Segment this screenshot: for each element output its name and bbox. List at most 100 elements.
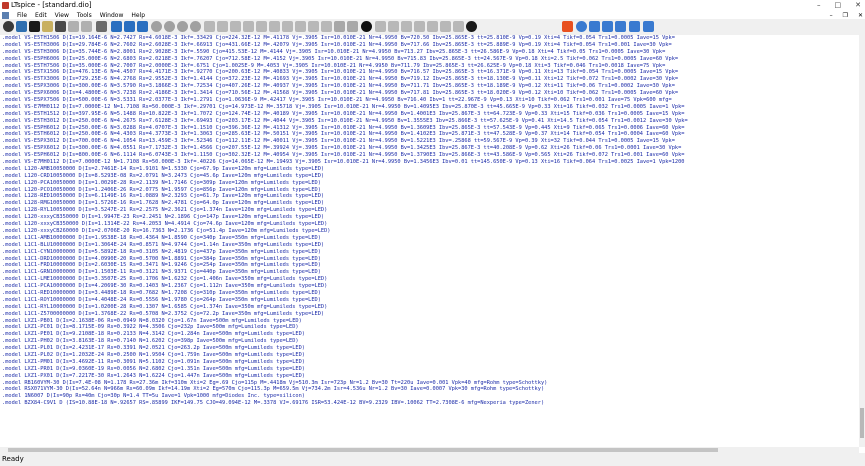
model-line[interactable]: .model LXZ1-PB01 D(Is=2.1638E-06 Rs=0.09… (0, 318, 859, 325)
draw-line-icon[interactable] (427, 21, 438, 32)
horizontal-scroll-thumb[interactable] (8, 448, 718, 452)
new-schematic-icon[interactable] (29, 21, 40, 32)
model-line[interactable]: .model VS-E5TH3012 D(Is=250.00E-6 N=4.26… (0, 118, 859, 125)
zoom-out-icon[interactable] (177, 21, 188, 32)
model-line[interactable]: .model VS-E7MH0112 D(Is=7.0000E-12 N=1.7… (0, 104, 859, 111)
open-icon[interactable] (42, 21, 53, 32)
vertical-scroll-thumb[interactable] (860, 408, 864, 438)
model-line[interactable]: .model L1C1-Z5700000000 D(Is=1.3768E-22 … (0, 311, 859, 318)
app-logo-icon[interactable] (562, 21, 573, 32)
mirror-icon[interactable] (388, 21, 399, 32)
move-icon[interactable] (308, 21, 319, 32)
close-icon[interactable]: ✕ (855, 0, 861, 11)
model-line[interactable]: .model LXZ1-PX01 D(Is=7.2217E-30 Rs=1.26… (0, 373, 859, 380)
model-line[interactable]: .model LXZ1-PR01 D(Is=9.0360E-19 Rs=0.00… (0, 366, 859, 373)
tile-horizontal-icon[interactable] (111, 21, 122, 32)
model-line[interactable]: .model L1C1-CYN10000000 D(Is=5.5892E-18 … (0, 249, 859, 256)
model-line[interactable]: .model LXZ1-PL02 D(Is=1.2032E-24 Rs=0.25… (0, 352, 859, 359)
model-line[interactable]: .model VS-E5PH6012 D(Is=800.00E-6 N=6.11… (0, 152, 859, 159)
draw-arc-icon[interactable] (453, 21, 464, 32)
model-line[interactable]: .model L120-xxxyCB350000 D(Is=1.1314E-22… (0, 221, 859, 228)
model-line[interactable]: .model LXZ1-PC01 D(Is=8.1715E-09 Rs=0.39… (0, 324, 859, 331)
model-line[interactable]: .model L1C1-PCA10000000 D(Is=4.2069E-30 … (0, 283, 859, 290)
model-line[interactable]: .model VS-E5PX7506 D(Is=500.00E-6 N=3.53… (0, 97, 859, 104)
zoom-fit-icon[interactable] (190, 21, 201, 32)
model-line[interactable]: .model L128-RED10050000 D(Is=6.1149E-16 … (0, 193, 859, 200)
stop-icon[interactable] (68, 21, 79, 32)
drag-icon[interactable] (321, 21, 332, 32)
model-line[interactable]: .model VS-E5TH7506 D(Is=35.000E-6 N=2.70… (0, 63, 859, 70)
network-icon[interactable] (589, 21, 600, 32)
share-icon[interactable] (629, 21, 640, 32)
cloud-icon[interactable] (615, 21, 626, 32)
settings-gear-icon[interactable] (643, 21, 654, 32)
print-icon[interactable] (96, 21, 107, 32)
model-line[interactable]: .model VS-E5PX6012 D(Is=300.00E-6 N=4.05… (0, 145, 859, 152)
model-line[interactable]: .model L1C1-GRN10000000 D(Is=1.1503E-11 … (0, 269, 859, 276)
settings-icon[interactable] (3, 21, 14, 32)
model-line[interactable]: .model L120-AMB10050000 D(Is=2.7461E-14 … (0, 166, 859, 173)
maximize-icon[interactable]: □ (835, 0, 842, 11)
zoom-in-icon[interactable] (164, 21, 175, 32)
diode-icon[interactable] (282, 21, 293, 32)
tile-vertical-icon[interactable] (124, 21, 135, 32)
undo-icon[interactable] (334, 21, 345, 32)
find-icon[interactable] (466, 21, 477, 32)
model-line[interactable]: .model L1C1-FRD10000000 D(Is=2.6030E-15 … (0, 262, 859, 269)
model-line[interactable]: .model RSX071VYM-30 D(Is=52.64n N=966m R… (0, 386, 859, 393)
model-line[interactable]: .model LXZ1-PE01 D(Is=9.2108E-18 Rs=0.21… (0, 331, 859, 338)
model-line[interactable]: .model VS-E5TX3006 D(Is=729.25E-6 N=4.27… (0, 76, 859, 83)
delete-icon[interactable] (361, 21, 372, 32)
model-line[interactable]: .model L1C1-DRD10000000 D(Is=4.0990E-20 … (0, 256, 859, 263)
play-icon[interactable] (81, 21, 92, 32)
halt-icon[interactable] (55, 21, 66, 32)
ground-icon[interactable] (217, 21, 228, 32)
sync-icon[interactable] (602, 21, 613, 32)
model-line[interactable]: .model L120-CRD10050000 D(Is=8.5293E-08 … (0, 173, 859, 180)
label-icon[interactable] (230, 21, 241, 32)
draw-rect-icon[interactable] (440, 21, 451, 32)
model-line[interactable]: .model VS-E5PX3012 D(Is=700.00E-6 N=4.10… (0, 138, 859, 145)
model-line[interactable]: .model L120-PCO10050000 D(Is=1.2406E-26 … (0, 187, 859, 194)
model-line[interactable]: .model VS-E5PH6012 D(Is=250.00E-6 N=3.02… (0, 125, 859, 132)
model-line[interactable]: .model RB160VYM-30 D(Is=7.4E-08 N=1.178 … (0, 380, 859, 387)
capacitor-icon[interactable] (256, 21, 267, 32)
inductor-icon[interactable] (269, 21, 280, 32)
model-line[interactable]: .model L1C1-BLU10000000 D(Is=1.3064E-24 … (0, 242, 859, 249)
model-line[interactable]: .model LXZ1-PL01 D(Is=2.4231E-17 Rs=0.33… (0, 345, 859, 352)
model-line[interactable]: .model VS-E5PH6006 D(Is=25.000E-6 N=2.68… (0, 56, 859, 63)
model-line[interactable]: .model L1C1-ROY10000000 D(Is=4.4048E-24 … (0, 297, 859, 304)
model-line[interactable]: .model L120-PCA10050000 D(Is=1.0029E-28 … (0, 180, 859, 187)
resistor-icon[interactable] (243, 21, 254, 32)
component-icon[interactable] (295, 21, 306, 32)
redo-icon[interactable] (347, 21, 358, 32)
model-line[interactable]: .model VS-E5PX6006 D(Is=4.4800E-6 N=3.72… (0, 90, 859, 97)
model-line[interactable]: .model VS-E5TH3006 D(Is=29.784E-6 N=2.76… (0, 42, 859, 49)
model-line[interactable]: .model VS-E5PX3006 D(Is=300.00E-6 N=3.57… (0, 83, 859, 90)
model-line[interactable]: .model L120-xxxyCB350000 D(Is=1.9947E-23… (0, 214, 859, 221)
cascade-icon[interactable] (137, 21, 148, 32)
run-icon[interactable] (16, 21, 27, 32)
model-line[interactable]: .model L128-RYL10050000 D(Is=3.5247E-21 … (0, 207, 859, 214)
model-line[interactable]: .model LXZ1-PM01 D(Is=3.4692E-11 Rs=0.30… (0, 359, 859, 366)
model-line[interactable]: .model L1C1-RED10000000 D(Is=3.4489E-18 … (0, 290, 859, 297)
model-line[interactable]: .model VS-E5TX1506 D(Is=476.13E-6 N=4.45… (0, 69, 859, 76)
device-icon[interactable] (576, 21, 587, 32)
model-line[interactable]: .model VS-E5TH6012 D(Is=250.00E-6 N=4.43… (0, 131, 859, 138)
model-line[interactable]: .model L1C1-AMB10000000 D(Is=1.9538E-18 … (0, 235, 859, 242)
rotate-icon[interactable] (375, 21, 386, 32)
model-line[interactable]: .model VS-E7MH0112 D(Is=7.0000E-12 N=1.7… (0, 159, 859, 166)
model-text-editor[interactable]: .model VS-E5TH1506 D(Is=19.164E-6 N=2.74… (0, 35, 859, 447)
model-line[interactable]: .model 1N6007 D(Is=90p Rs=40m Cjo=30p N=… (0, 393, 859, 400)
model-line[interactable]: .model L1C1-RYL10000000 D(Is=1.0200E-28 … (0, 304, 859, 311)
model-line[interactable]: .model VS-E5TH3006 D(Is=35.744E-6 N=2.80… (0, 49, 859, 56)
wire-icon[interactable] (204, 21, 215, 32)
model-line[interactable]: .model L120-xxxyCB260000 D(Is=2.0706E-20… (0, 228, 859, 235)
model-line[interactable]: .model BZX84-C9V1 D (IS=10.88E-18 N=.926… (0, 400, 859, 407)
model-line[interactable]: .model LXZ1-PH02 D(Is=3.8163E-18 Rs=0.71… (0, 338, 859, 345)
minimize-icon[interactable]: – (817, 0, 821, 11)
model-line[interactable]: .model L128-RMG10050000 D(Is=1.5726E-16 … (0, 200, 859, 207)
text-icon[interactable] (401, 21, 412, 32)
model-line[interactable]: .model VS-E5TH1506 D(Is=19.164E-6 N=2.74… (0, 35, 859, 42)
spice-directive-icon[interactable] (414, 21, 425, 32)
